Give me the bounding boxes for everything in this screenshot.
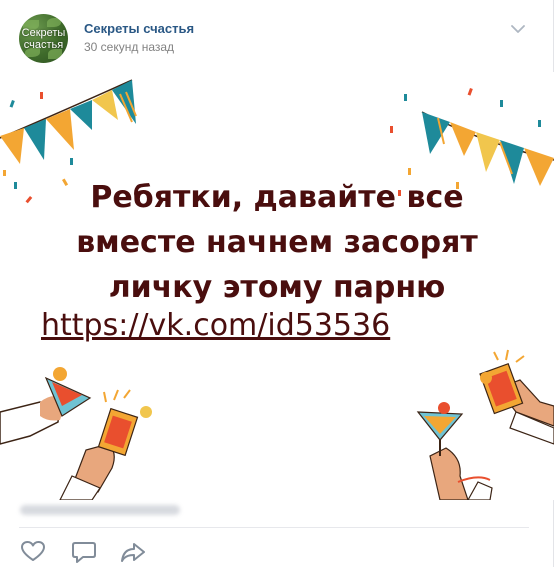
post-text-line: личку этому парню — [108, 270, 446, 305]
share-icon[interactable] — [120, 540, 146, 564]
avatar[interactable]: Секреты счастья — [19, 14, 68, 63]
heart-icon[interactable] — [20, 540, 46, 564]
post-time[interactable]: 30 секунд назад — [84, 40, 174, 54]
chevron-down-icon[interactable] — [511, 24, 525, 34]
post-link-text: https://vk.com/id53536 — [41, 308, 391, 343]
post-card: Секреты счастья Секреты счастья 30 секун… — [0, 0, 554, 567]
post-text-line: Ребятки, давайте все — [90, 180, 464, 215]
avatar-text: счастья — [23, 39, 64, 51]
blurred-caption — [20, 505, 180, 515]
post-image[interactable]: Ребятки, давайте все вместе начнем засор… — [0, 72, 554, 500]
comment-icon[interactable] — [71, 540, 97, 564]
avatar-text: Секреты — [21, 27, 66, 39]
post-text-line: вместе начнем засорят — [76, 225, 478, 260]
divider — [19, 527, 529, 528]
author-name[interactable]: Секреты счастья — [84, 21, 194, 36]
